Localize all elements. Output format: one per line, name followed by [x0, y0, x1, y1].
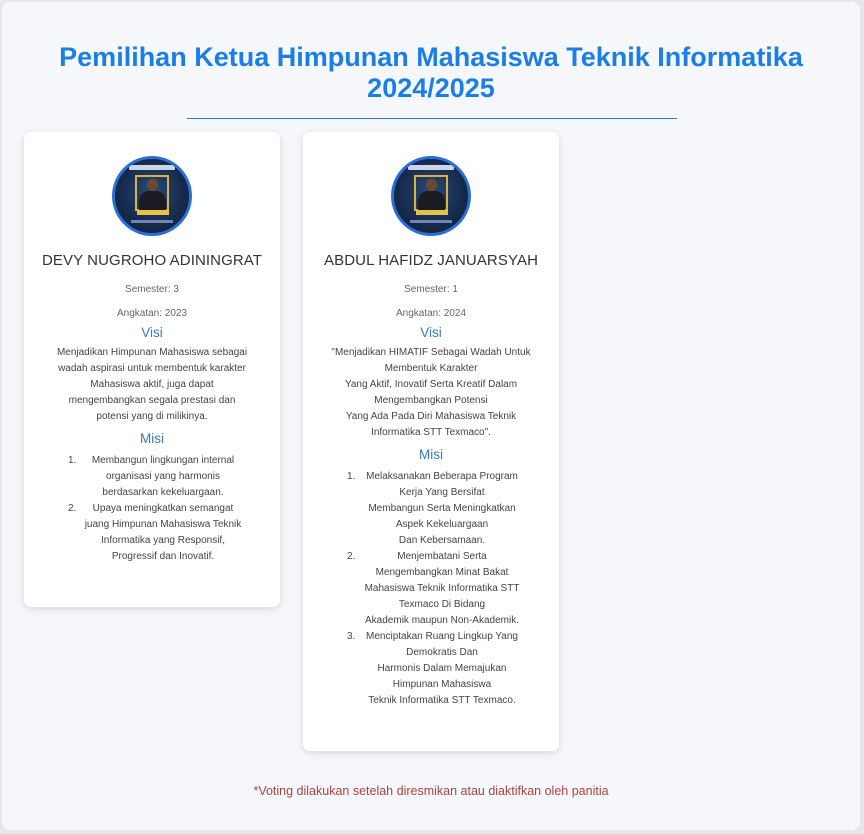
misi-line: juang Himpunan Mahasiswa Teknik: [84, 519, 242, 530]
page-title-line-2: 2024/2025: [367, 73, 495, 103]
misi-number: 1.: [347, 471, 356, 482]
visi-text: Menjadikan Himpunan Mahasiswa sebagai wa…: [24, 345, 280, 425]
misi-item: 2. Menjembatani Serta Mengembangkan Mina…: [333, 549, 533, 629]
misi-line: Melaksanakan Beberapa Program: [366, 471, 518, 482]
visi-line: Menjadikan Himpunan Mahasiswa sebagai: [56, 347, 248, 358]
misi-number: 3.: [347, 631, 356, 642]
page-title: Pemilihan Ketua Himpunan Mahasiswa Tekni…: [2, 42, 860, 104]
misi-line: Menjembatani Serta: [397, 551, 487, 562]
candidate-semester: Semester: 3: [125, 284, 179, 295]
title-divider: [187, 118, 677, 119]
misi-list: 1. Melaksanakan Beberapa Program Kerja Y…: [303, 467, 559, 709]
page: Pemilihan Ketua Himpunan Mahasiswa Tekni…: [2, 2, 860, 830]
misi-line: Progressif dan Inovatif.: [111, 551, 215, 562]
misi-heading: Misi: [140, 431, 164, 446]
visi-line: wadah aspirasi untuk membentuk karakter: [58, 363, 246, 374]
misi-line: Aspek Kekeluargaan: [395, 519, 489, 530]
visi-heading: Visi: [420, 325, 442, 340]
misi-line: Mengembangkan Minat Bakat: [375, 567, 509, 578]
misi-line: Menciptakan Ruang Lingkup Yang: [366, 631, 518, 642]
candidate-name: ABDUL HAFIDZ JANUARSYAH: [324, 252, 538, 269]
candidate-card-1[interactable]: DEVY NUGROHO ADININGRAT Semester: 3 Angk…: [24, 132, 280, 607]
misi-line: Membangun lingkungan internal: [91, 455, 235, 466]
misi-line: Membangun Serta Meningkatkan: [368, 503, 516, 514]
candidate-photo: [112, 156, 192, 236]
visi-heading: Visi: [141, 325, 163, 340]
misi-line: Upaya meningkatkan semangat: [92, 503, 234, 514]
candidate-photo: [391, 156, 471, 236]
visi-line: Yang Ada Pada Diri Mahasiswa Teknik: [345, 411, 517, 422]
visi-text: "Menjadikan HIMATIF Sebagai Wadah Untuk …: [303, 345, 559, 441]
misi-line: berdasarkan kekeluargaan.: [102, 487, 224, 498]
misi-item: 2. Upaya meningkatkan semangat juang Him…: [54, 501, 254, 565]
misi-line: Himpunan Mahasiswa: [392, 679, 492, 690]
misi-line: Teknik Informatika STT Texmaco.: [368, 695, 516, 706]
misi-line: Kerja Yang Bersifat: [399, 487, 485, 498]
candidate-semester: Semester: 1: [404, 284, 458, 295]
visi-line: potensi yang di milikinya.: [96, 411, 208, 422]
misi-item: 3. Menciptakan Ruang Lingkup Yang Demokr…: [333, 629, 533, 709]
misi-line: Mahasiswa Teknik Informatika STT: [364, 583, 520, 594]
visi-line: Mahasiswa aktif, juga dapat: [90, 379, 214, 390]
misi-number: 2.: [68, 503, 77, 514]
visi-line: mengembangkan segala prestasi dan: [68, 395, 236, 406]
candidate-name: DEVY NUGROHO ADININGRAT: [41, 252, 263, 269]
misi-line: Dan Kebersamaan.: [398, 535, 486, 546]
misi-line: Harmonis Dalam Memajukan: [377, 663, 507, 674]
candidate-angkatan: Angkatan: 2023: [116, 308, 188, 319]
misi-line: Akademik maupun Non-Akademik.: [365, 615, 519, 626]
misi-line: Texmaco Di Bidang: [398, 599, 486, 610]
misi-line: Informatika yang Responsif,: [101, 535, 225, 546]
page-title-line-1: Pemilihan Ketua Himpunan Mahasiswa Tekni…: [59, 42, 803, 72]
visi-line: Informatika STT Texmaco".: [371, 427, 491, 438]
misi-item: 1. Membangun lingkungan internal organis…: [54, 453, 254, 501]
candidate-angkatan: Angkatan: 2024: [395, 308, 467, 319]
misi-number: 2.: [347, 551, 356, 562]
visi-line: Mengembangkan Potensi: [374, 395, 488, 406]
candidate-card-2[interactable]: ABDUL HAFIDZ JANUARSYAH Semester: 1 Angk…: [303, 132, 559, 751]
voting-note: *Voting dilakukan setelah diresmikan ata…: [253, 784, 609, 798]
misi-line: Demokratis Dan: [406, 647, 478, 658]
visi-line: Membentuk Karakter: [384, 363, 478, 374]
misi-list: 1. Membangun lingkungan internal organis…: [24, 451, 280, 565]
misi-line: organisasi yang harmonis: [106, 471, 220, 482]
visi-line: Yang Aktif, Inovatif Serta Kreatif Dalam: [344, 379, 518, 390]
misi-item: 1. Melaksanakan Beberapa Program Kerja Y…: [333, 469, 533, 549]
misi-heading: Misi: [419, 447, 443, 462]
misi-number: 1.: [68, 455, 77, 466]
visi-line: "Menjadikan HIMATIF Sebagai Wadah Untuk: [331, 347, 531, 358]
